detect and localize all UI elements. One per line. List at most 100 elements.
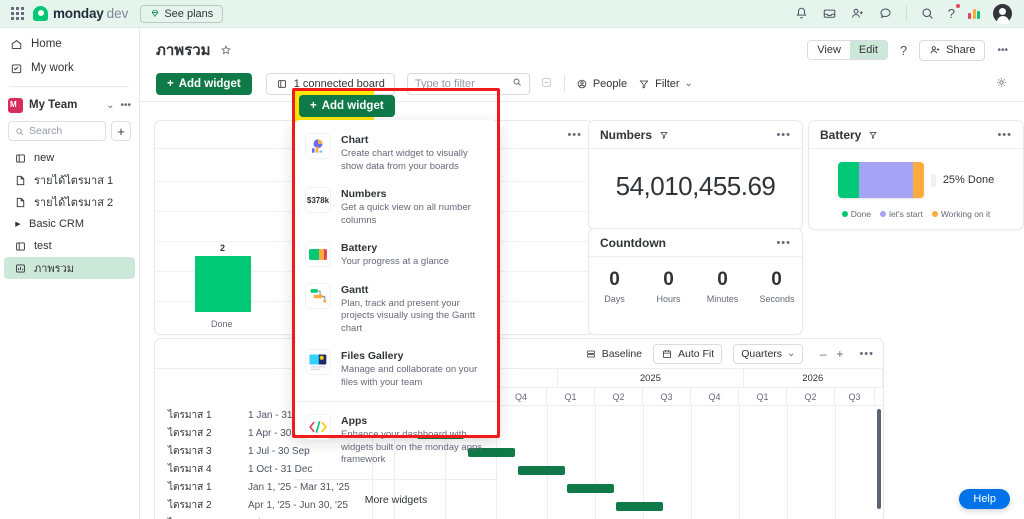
countdown-widget[interactable]: Countdown ••• 0 Days 0 Hours 0 Minutes 0…	[588, 228, 803, 335]
numbers-icon-text: $378k	[306, 195, 330, 205]
battery-widget[interactable]: Battery ••• 25% Done Done let's start Wo…	[808, 120, 1024, 230]
page-more-icon[interactable]: •••	[997, 45, 1008, 56]
gantt-autofit-button[interactable]: Auto Fit	[653, 343, 723, 364]
search-input[interactable]: Search	[8, 121, 106, 141]
more-widgets-button[interactable]: More widgets	[294, 485, 498, 510]
gantt-zoom-in-button[interactable]: +	[831, 347, 848, 361]
team-more-icon[interactable]: •••	[120, 100, 131, 111]
numbers-widget-header: Numbers •••	[589, 121, 802, 149]
filter-button[interactable]: Filter ⌄	[638, 78, 693, 90]
add-widget-button[interactable]: + Add widget	[156, 72, 252, 95]
dropdown-item-gantt[interactable]: Gantt Plan, track and present your proje…	[294, 276, 498, 343]
gantt-zoom-out-button[interactable]: –	[814, 347, 831, 361]
bar-value-done: 2	[220, 243, 226, 253]
inbox-icon[interactable]	[822, 6, 837, 21]
countdown-widget-more-icon[interactable]: •••	[776, 237, 791, 249]
dropdown-item-desc: Your progress at a glance	[341, 256, 449, 267]
gantt-quarter-cell[interactable]: Q4	[691, 388, 739, 405]
notes-icon[interactable]	[878, 6, 893, 21]
team-avatar-icon: M	[8, 97, 23, 113]
battery-segment-lets-start	[859, 162, 914, 198]
see-plans-button[interactable]: See plans	[140, 4, 224, 23]
add-widget-button-overlay[interactable]: + Add widget	[299, 95, 395, 117]
gantt-widget-more-icon[interactable]: •••	[859, 348, 874, 360]
dashboard-toolbar: + Add widget 1 connected board Type to f…	[140, 68, 1024, 102]
gantt-quarter-cell[interactable]: Q2	[595, 388, 643, 405]
gantt-row[interactable]: ไตรมาส 3 Jul 1, '25 - Sep 30, '25	[155, 514, 372, 519]
sidebar-item-dashboard[interactable]: ภาพรวม	[4, 257, 135, 279]
sidebar-item-new[interactable]: new	[4, 147, 135, 169]
view-mode-button[interactable]: View	[808, 41, 850, 59]
add-board-button[interactable]: +	[111, 121, 131, 141]
gantt-zoom-controls: – +	[814, 347, 848, 361]
chevron-down-icon[interactable]: ⌄	[106, 100, 114, 111]
edit-mode-button[interactable]: Edit	[849, 41, 887, 59]
dropdown-item-numbers[interactable]: $378k Numbers Get a quick view on all nu…	[294, 180, 498, 234]
battery-bar[interactable]	[837, 162, 924, 198]
page-help-icon[interactable]: ?	[900, 43, 907, 58]
view-edit-toggle[interactable]: View Edit	[807, 40, 888, 60]
sidebar-item-doc-1[interactable]: รายได้ไตรมาส 1	[4, 169, 135, 191]
avatar[interactable]	[993, 4, 1012, 24]
add-widget-dropdown[interactable]: Chart Create chart widget to visually sh…	[294, 120, 498, 506]
gantt-quarter-cell[interactable]: Q4	[496, 388, 547, 405]
gear-icon[interactable]	[995, 76, 1008, 92]
plus-icon: +	[167, 77, 174, 90]
gantt-quarter-cell[interactable]: Q3	[643, 388, 691, 405]
dropdown-item-apps[interactable]: Apps Enhance your dashboard with widgets…	[294, 407, 498, 474]
page-header-actions: View Edit ? Share •••	[807, 39, 1008, 61]
gantt-baseline-button[interactable]: Baseline	[585, 348, 642, 360]
people-filter-button[interactable]: People	[576, 78, 627, 90]
help-icon[interactable]: ?	[948, 4, 960, 21]
page-title: ภาพรวม	[156, 42, 211, 59]
battery-segment-done	[837, 162, 860, 198]
funnel-icon[interactable]	[868, 130, 878, 140]
sidebar-item-home[interactable]: Home	[0, 32, 139, 56]
share-button[interactable]: Share	[919, 39, 986, 61]
bar-done[interactable]	[195, 256, 251, 312]
favorite-star-icon[interactable]	[220, 44, 232, 56]
chart-widget-more-icon[interactable]: •••	[567, 129, 582, 141]
funnel-icon[interactable]	[659, 130, 669, 140]
battery-legend: Done let's start Working on it	[809, 209, 1023, 219]
team-initial: M	[10, 99, 17, 109]
sidebar-team-header[interactable]: M My Team ⌄ •••	[0, 93, 139, 117]
dropdown-item-chart[interactable]: Chart Create chart widget to visually sh…	[294, 126, 498, 180]
brand-logo-group[interactable]: monday dev	[33, 6, 128, 21]
gantt-quarter-cell[interactable]: Q2	[787, 388, 835, 405]
caret-right-icon[interactable]: ▶	[14, 220, 22, 228]
activity-chart-icon[interactable]	[968, 8, 980, 19]
gantt-widget[interactable]: Baseline Auto Fit Quarters ⌄ – + ••• ไตร…	[154, 338, 884, 519]
search-icon[interactable]	[920, 6, 935, 21]
saved-filter-icon[interactable]	[540, 76, 553, 92]
calendar-icon	[663, 349, 671, 358]
dropdown-item-battery[interactable]: Battery Your progress at a glance	[294, 234, 498, 276]
sidebar-item-test[interactable]: test	[4, 235, 135, 257]
legend-item-working-on-it[interactable]: Working on it	[931, 209, 990, 219]
page-header: ภาพรวม View Edit ? Share •••	[140, 28, 1024, 68]
countdown-value: 0	[663, 269, 674, 290]
sidebar-item-basic-crm[interactable]: ▶ Basic CRM	[4, 213, 135, 235]
sidebar-item-my-work[interactable]: My work	[0, 56, 139, 80]
legend-item-lets-start[interactable]: let's start	[880, 209, 923, 219]
gantt-quarter-cell[interactable]: Q3	[835, 388, 875, 405]
bell-icon[interactable]	[794, 6, 809, 21]
invite-icon[interactable]	[850, 6, 865, 21]
gantt-task-name: ไตรมาส 2	[168, 427, 212, 439]
gantt-zoom-select[interactable]: Quarters ⌄	[733, 343, 804, 364]
dropdown-divider	[294, 401, 498, 402]
legend-item-done[interactable]: Done	[841, 209, 871, 219]
gantt-quarter-cell[interactable]: Q1	[547, 388, 595, 405]
sidebar-home-label: Home	[31, 38, 62, 50]
apps-grid-icon[interactable]	[11, 7, 24, 20]
gantt-vertical-scrollbar[interactable]	[877, 409, 881, 509]
dropdown-item-files-gallery[interactable]: Files Gallery Manage and collaborate on …	[294, 342, 498, 396]
team-name: My Team	[29, 99, 78, 111]
gantt-quarter-cell[interactable]: Q1	[739, 388, 787, 405]
battery-widget-more-icon[interactable]: •••	[997, 129, 1012, 141]
sidebar-item-doc-2[interactable]: รายได้ไตรมาส 2	[4, 191, 135, 213]
filter-input[interactable]: Type to filter	[406, 72, 530, 95]
numbers-widget-more-icon[interactable]: •••	[776, 129, 791, 141]
help-button[interactable]: Help	[959, 489, 1010, 509]
numbers-widget[interactable]: Numbers ••• 54,010,455.69	[588, 120, 803, 230]
